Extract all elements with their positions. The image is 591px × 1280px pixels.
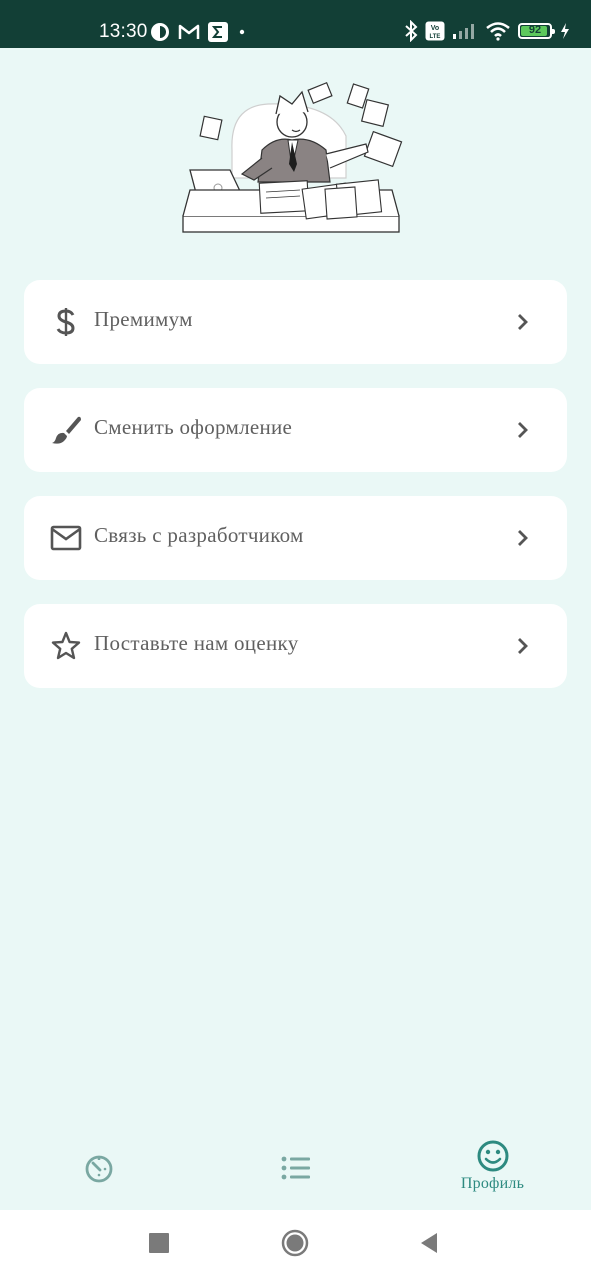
mail-icon: [50, 522, 82, 554]
menu-item-label: Поставьте нам оценку: [94, 631, 299, 655]
tab-profile-label: Профиль: [460, 1175, 525, 1192]
menu-item-premium[interactable]: Премимум: [24, 280, 567, 364]
volte-icon: Vo LTE: [425, 21, 445, 41]
svg-text:Vo: Vo: [431, 25, 439, 32]
home-button[interactable]: [281, 1229, 309, 1257]
menu-item-contact-developer[interactable]: Связь с разработчиком: [24, 496, 567, 580]
chevron-right-icon: [518, 530, 528, 546]
battery-percent: 92: [528, 24, 542, 36]
charging-icon: [561, 23, 569, 39]
menu-item-label: Связь с разработчиком: [94, 523, 304, 547]
sigma-icon: [208, 22, 228, 42]
menu-item-rate-us[interactable]: Поставьте нам оценку: [24, 604, 567, 688]
tab-timer[interactable]: [0, 1128, 197, 1210]
timer-icon: [85, 1155, 112, 1183]
status-time: 13:30: [99, 21, 148, 42]
smiley-icon: [477, 1140, 508, 1172]
menu-item-label: Премимум: [94, 307, 193, 331]
status-bar: 13:30 Vo LTE 92: [0, 0, 591, 48]
chevron-right-icon: [518, 422, 528, 438]
menu-item-label: Сменить оформление: [94, 415, 293, 439]
wifi-icon: [486, 22, 510, 41]
dot-icon: [239, 29, 245, 35]
bluetooth-icon: [405, 20, 418, 42]
paintbrush-icon: [50, 414, 82, 446]
star-icon: [50, 630, 82, 662]
status-notification-icons: [150, 22, 248, 42]
menu-item-change-theme[interactable]: Сменить оформление: [24, 388, 567, 472]
back-button[interactable]: [419, 1232, 439, 1254]
vpn-icon: [151, 23, 169, 41]
tab-profile[interactable]: Профиль: [394, 1128, 591, 1210]
cellular-signal-icon: [453, 24, 474, 39]
list-icon: [281, 1156, 310, 1180]
system-navigation-bar: [0, 1210, 591, 1280]
dollar-icon: [50, 306, 82, 338]
chevron-right-icon: [518, 314, 528, 330]
svg-text:LTE: LTE: [430, 34, 441, 40]
gmail-icon: [178, 24, 200, 39]
tab-list[interactable]: [197, 1128, 394, 1210]
recents-button[interactable]: [149, 1233, 169, 1253]
bottom-navigation: Профиль: [0, 1128, 591, 1210]
status-system-icons: Vo LTE 92: [404, 20, 571, 42]
battery-icon: 92: [518, 23, 555, 39]
chevron-right-icon: [518, 638, 528, 654]
busy-worker-illustration: [182, 81, 403, 233]
